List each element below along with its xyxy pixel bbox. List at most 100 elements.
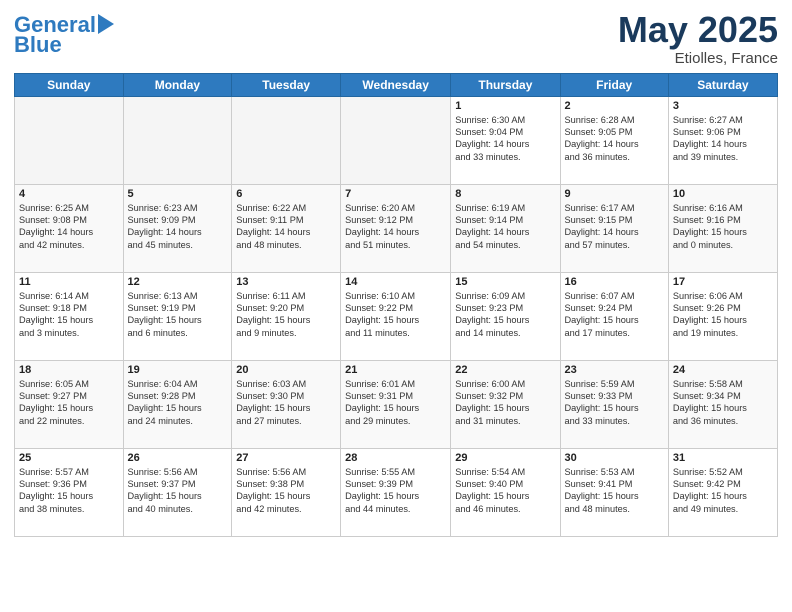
table-row: 25 Sunrise: 5:57 AMSunset: 9:36 PMDayligh… xyxy=(15,448,124,536)
table-row: 21 Sunrise: 6:01 AMSunset: 9:31 PMDayligh… xyxy=(341,360,451,448)
day-info: Sunrise: 5:58 AMSunset: 9:34 PMDaylight:… xyxy=(673,378,773,428)
table-row: 1 Sunrise: 6:30 AMSunset: 9:04 PMDaylight… xyxy=(451,96,560,184)
table-row: 3Sunrise: 6:27 AMSunset: 9:06 PMDaylight… xyxy=(668,96,777,184)
table-row: 8 Sunrise: 6:19 AMSunset: 9:14 PMDaylight… xyxy=(451,184,560,272)
day-info: Sunrise: 6:25 AMSunset: 9:08 PMDaylight:… xyxy=(19,202,119,252)
col-friday: Friday xyxy=(560,73,668,96)
table-row: 17 Sunrise: 6:06 AMSunset: 9:26 PMDayligh… xyxy=(668,272,777,360)
table-row: 18Sunrise: 6:05 AMSunset: 9:27 PMDayligh… xyxy=(15,360,124,448)
calendar-table: Sunday Monday Tuesday Wednesday Thursday… xyxy=(14,73,778,537)
table-row: 4 Sunrise: 6:25 AMSunset: 9:08 PMDaylight… xyxy=(15,184,124,272)
table-row xyxy=(232,96,341,184)
table-row: 13Sunrise: 6:11 AMSunset: 9:20 PMDayligh… xyxy=(232,272,341,360)
day-info: Sunrise: 5:52 AMSunset: 9:42 PMDaylight:… xyxy=(673,466,773,516)
table-row: 24Sunrise: 5:58 AMSunset: 9:34 PMDayligh… xyxy=(668,360,777,448)
table-row: 11 Sunrise: 6:14 AMSunset: 9:18 PMDayligh… xyxy=(15,272,124,360)
day-number: 27 xyxy=(236,452,336,464)
table-row: 14 Sunrise: 6:10 AMSunset: 9:22 PMDayligh… xyxy=(341,272,451,360)
table-row: 26Sunrise: 5:56 AMSunset: 9:37 PMDayligh… xyxy=(123,448,232,536)
day-info: Sunrise: 6:04 AMSunset: 9:28 PMDaylight:… xyxy=(128,378,228,428)
table-row: 9 Sunrise: 6:17 AMSunset: 9:15 PMDaylight… xyxy=(560,184,668,272)
day-number: 1 xyxy=(455,100,555,112)
day-number: 18 xyxy=(19,364,119,376)
day-number: 2 xyxy=(565,100,664,112)
day-info: Sunrise: 6:14 AMSunset: 9:18 PMDaylight:… xyxy=(19,290,119,340)
day-number: 9 xyxy=(565,188,664,200)
day-info: Sunrise: 6:28 AMSunset: 9:05 PMDaylight:… xyxy=(565,114,664,164)
day-info: Sunrise: 6:20 AMSunset: 9:12 PMDaylight:… xyxy=(345,202,446,252)
day-number: 14 xyxy=(345,276,446,288)
logo: General Blue xyxy=(14,14,114,56)
day-number: 25 xyxy=(19,452,119,464)
day-info: Sunrise: 6:22 AMSunset: 9:11 PMDaylight:… xyxy=(236,202,336,252)
day-number: 23 xyxy=(565,364,664,376)
day-info: Sunrise: 6:07 AMSunset: 9:24 PMDaylight:… xyxy=(565,290,664,340)
day-info: Sunrise: 5:53 AMSunset: 9:41 PMDaylight:… xyxy=(565,466,664,516)
day-number: 15 xyxy=(455,276,555,288)
col-wednesday: Wednesday xyxy=(341,73,451,96)
day-number: 17 xyxy=(673,276,773,288)
day-number: 21 xyxy=(345,364,446,376)
table-row: 7Sunrise: 6:20 AMSunset: 9:12 PMDaylight… xyxy=(341,184,451,272)
table-row: 16Sunrise: 6:07 AMSunset: 9:24 PMDayligh… xyxy=(560,272,668,360)
day-info: Sunrise: 6:11 AMSunset: 9:20 PMDaylight:… xyxy=(236,290,336,340)
table-row: 27 Sunrise: 5:56 AMSunset: 9:38 PMDayligh… xyxy=(232,448,341,536)
table-row: 5 Sunrise: 6:23 AMSunset: 9:09 PMDaylight… xyxy=(123,184,232,272)
day-number: 10 xyxy=(673,188,773,200)
calendar-subtitle: Etiolles, France xyxy=(618,50,778,67)
day-number: 11 xyxy=(19,276,119,288)
table-row: 10 Sunrise: 6:16 AMSunset: 9:16 PMDayligh… xyxy=(668,184,777,272)
page: General Blue May 2025 Etiolles, France S… xyxy=(0,0,792,612)
day-number: 22 xyxy=(455,364,555,376)
day-number: 19 xyxy=(128,364,228,376)
day-info: Sunrise: 5:54 AMSunset: 9:40 PMDaylight:… xyxy=(455,466,555,516)
table-row: 2 Sunrise: 6:28 AMSunset: 9:05 PMDaylight… xyxy=(560,96,668,184)
day-info: Sunrise: 6:00 AMSunset: 9:32 PMDaylight:… xyxy=(455,378,555,428)
day-number: 3 xyxy=(673,100,773,112)
day-info: Sunrise: 6:06 AMSunset: 9:26 PMDaylight:… xyxy=(673,290,773,340)
day-info: Sunrise: 6:19 AMSunset: 9:14 PMDaylight:… xyxy=(455,202,555,252)
title-block: May 2025 Etiolles, France xyxy=(618,10,778,67)
day-info: Sunrise: 6:13 AMSunset: 9:19 PMDaylight:… xyxy=(128,290,228,340)
day-number: 5 xyxy=(128,188,228,200)
table-row: 29Sunrise: 5:54 AMSunset: 9:40 PMDayligh… xyxy=(451,448,560,536)
day-info: Sunrise: 5:59 AMSunset: 9:33 PMDaylight:… xyxy=(565,378,664,428)
day-info: Sunrise: 5:56 AMSunset: 9:38 PMDaylight:… xyxy=(236,466,336,516)
logo-blue-text: Blue xyxy=(14,34,62,56)
day-info: Sunrise: 5:55 AMSunset: 9:39 PMDaylight:… xyxy=(345,466,446,516)
table-row xyxy=(15,96,124,184)
logo-arrow-icon xyxy=(98,14,114,34)
col-monday: Monday xyxy=(123,73,232,96)
col-saturday: Saturday xyxy=(668,73,777,96)
day-info: Sunrise: 6:09 AMSunset: 9:23 PMDaylight:… xyxy=(455,290,555,340)
calendar-week-2: 4 Sunrise: 6:25 AMSunset: 9:08 PMDaylight… xyxy=(15,184,778,272)
table-row: 12 Sunrise: 6:13 AMSunset: 9:19 PMDayligh… xyxy=(123,272,232,360)
day-info: Sunrise: 5:57 AMSunset: 9:36 PMDaylight:… xyxy=(19,466,119,516)
day-number: 28 xyxy=(345,452,446,464)
day-number: 6 xyxy=(236,188,336,200)
day-info: Sunrise: 6:16 AMSunset: 9:16 PMDaylight:… xyxy=(673,202,773,252)
table-row: 19 Sunrise: 6:04 AMSunset: 9:28 PMDayligh… xyxy=(123,360,232,448)
col-tuesday: Tuesday xyxy=(232,73,341,96)
table-row: 15 Sunrise: 6:09 AMSunset: 9:23 PMDayligh… xyxy=(451,272,560,360)
day-info: Sunrise: 6:01 AMSunset: 9:31 PMDaylight:… xyxy=(345,378,446,428)
col-thursday: Thursday xyxy=(451,73,560,96)
calendar-week-4: 18Sunrise: 6:05 AMSunset: 9:27 PMDayligh… xyxy=(15,360,778,448)
day-number: 31 xyxy=(673,452,773,464)
day-number: 4 xyxy=(19,188,119,200)
header: General Blue May 2025 Etiolles, France xyxy=(14,10,778,67)
day-number: 12 xyxy=(128,276,228,288)
day-number: 8 xyxy=(455,188,555,200)
table-row: 23 Sunrise: 5:59 AMSunset: 9:33 PMDayligh… xyxy=(560,360,668,448)
day-number: 20 xyxy=(236,364,336,376)
day-info: Sunrise: 6:17 AMSunset: 9:15 PMDaylight:… xyxy=(565,202,664,252)
day-info: Sunrise: 6:10 AMSunset: 9:22 PMDaylight:… xyxy=(345,290,446,340)
table-row: 6 Sunrise: 6:22 AMSunset: 9:11 PMDaylight… xyxy=(232,184,341,272)
day-info: Sunrise: 6:03 AMSunset: 9:30 PMDaylight:… xyxy=(236,378,336,428)
calendar-header-row: Sunday Monday Tuesday Wednesday Thursday… xyxy=(15,73,778,96)
day-info: Sunrise: 6:30 AMSunset: 9:04 PMDaylight:… xyxy=(455,114,555,164)
calendar-week-1: 1 Sunrise: 6:30 AMSunset: 9:04 PMDaylight… xyxy=(15,96,778,184)
table-row: 20 Sunrise: 6:03 AMSunset: 9:30 PMDayligh… xyxy=(232,360,341,448)
day-info: Sunrise: 6:23 AMSunset: 9:09 PMDaylight:… xyxy=(128,202,228,252)
day-info: Sunrise: 5:56 AMSunset: 9:37 PMDaylight:… xyxy=(128,466,228,516)
